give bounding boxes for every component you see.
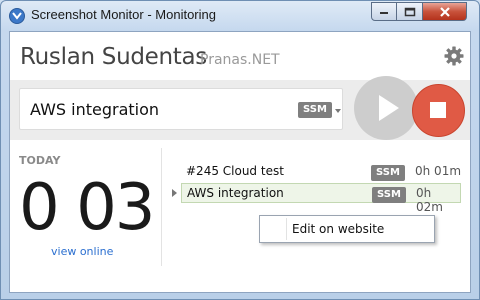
project-selector[interactable]: AWS integration SSM <box>19 88 343 130</box>
play-button[interactable] <box>354 76 418 140</box>
minimize-button[interactable] <box>371 2 397 21</box>
task-duration: 0h 01m <box>415 164 462 178</box>
maximize-button[interactable] <box>397 2 423 21</box>
gear-icon[interactable] <box>444 46 464 66</box>
play-icon <box>379 95 399 121</box>
minimize-icon <box>380 11 388 14</box>
task-title: AWS integration <box>187 186 284 200</box>
project-name: AWS integration <box>30 100 160 119</box>
task-row[interactable]: #245 Cloud test SSM 0h 01m <box>181 162 461 182</box>
app-icon[interactable] <box>9 8 25 24</box>
task-duration: 0h 02m <box>416 186 443 214</box>
today-time: 0 03 <box>19 171 155 245</box>
task-row-selected[interactable]: AWS integration SSM 0h 02m <box>181 183 461 214</box>
main-panel: Ruslan Sudentas Pranas.NET AWS integrati… <box>9 31 471 293</box>
task-tag-badge: SSM <box>372 187 406 203</box>
close-button[interactable] <box>423 2 467 21</box>
window-title: Screenshot Monitor - Monitoring <box>31 7 216 22</box>
user-name: Ruslan Sudentas <box>20 44 207 70</box>
chevron-down-icon[interactable] <box>335 109 341 113</box>
app-window: Screenshot Monitor - Monitoring Ruslan S… <box>0 0 480 300</box>
current-task-arrow-icon <box>172 189 177 197</box>
maximize-icon <box>404 7 415 16</box>
menu-item-edit-on-website[interactable]: Edit on website <box>292 222 384 236</box>
context-menu: Edit on website <box>259 215 435 243</box>
title-bar[interactable]: Screenshot Monitor - Monitoring <box>1 1 479 31</box>
project-tag-badge: SSM <box>298 102 332 118</box>
today-label: TODAY <box>19 154 61 167</box>
menu-gutter-divider <box>286 218 287 240</box>
stop-icon <box>430 102 446 118</box>
close-icon <box>439 6 450 17</box>
organization-name: Pranas.NET <box>200 52 280 68</box>
task-tag-badge: SSM <box>371 165 405 181</box>
task-title: #245 Cloud test <box>186 164 284 178</box>
view-online-link[interactable]: view online <box>51 245 113 258</box>
stop-button[interactable] <box>412 84 465 137</box>
